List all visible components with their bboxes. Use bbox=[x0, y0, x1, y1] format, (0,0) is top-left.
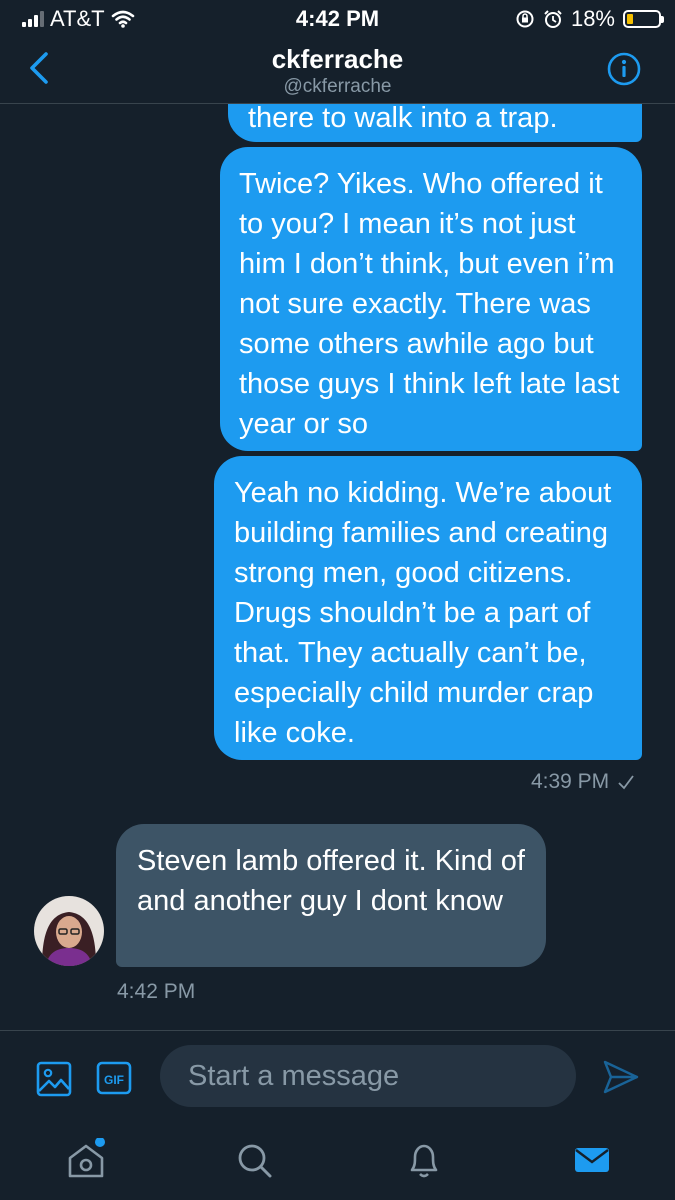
conversation-title: ckferrache bbox=[271, 44, 404, 74]
avatar[interactable] bbox=[34, 896, 104, 966]
message-composer: GIF bbox=[0, 1030, 675, 1122]
status-right: 18% bbox=[515, 6, 664, 32]
bottom-tab-bar bbox=[0, 1122, 675, 1200]
message-text: Twice? Yikes. Who offered it to you? I m… bbox=[239, 168, 620, 440]
message-text: Yeah no kidding. We’re about building fa… bbox=[234, 477, 612, 749]
battery-icon bbox=[623, 10, 664, 28]
message-text: there to walk into a trap. bbox=[248, 104, 558, 134]
image-icon[interactable] bbox=[36, 1061, 72, 1097]
received-timestamp: 4:42 PM bbox=[117, 980, 196, 1003]
message-thread[interactable]: there to walk into a trap. Twice? Yikes.… bbox=[0, 104, 675, 1030]
message-text: Steven lamb offered it. Kind of and anot… bbox=[137, 845, 525, 917]
home-icon[interactable] bbox=[64, 1138, 108, 1182]
alarm-icon bbox=[544, 10, 562, 28]
send-icon[interactable] bbox=[602, 1059, 640, 1095]
gif-icon[interactable]: GIF bbox=[96, 1061, 132, 1095]
sent-timestamp: 4:39 PM bbox=[531, 770, 635, 794]
conversation-header: ckferrache @ckferrache bbox=[0, 36, 675, 104]
orientation-lock-icon bbox=[516, 10, 534, 28]
info-icon[interactable] bbox=[607, 52, 641, 86]
sent-message-bubble[interactable]: Yeah no kidding. We’re about building fa… bbox=[214, 456, 642, 760]
notifications-icon[interactable] bbox=[402, 1138, 446, 1182]
status-bar: AT&T 4:42 PM 18% bbox=[0, 0, 675, 36]
timestamp-text: 4:39 PM bbox=[530, 770, 610, 793]
gif-label: GIF bbox=[104, 1073, 124, 1087]
avatar-photo bbox=[34, 896, 104, 966]
sent-message-bubble[interactable]: Twice? Yikes. Who offered it to you? I m… bbox=[220, 147, 642, 451]
search-icon[interactable] bbox=[232, 1138, 276, 1182]
sent-message-bubble[interactable]: there to walk into a trap. bbox=[228, 104, 642, 142]
message-input[interactable] bbox=[160, 1045, 576, 1107]
checkmark-icon bbox=[618, 775, 634, 790]
battery-percent: 18% bbox=[570, 6, 615, 31]
conversation-handle: @ckferrache bbox=[283, 76, 392, 97]
messages-icon[interactable] bbox=[570, 1138, 614, 1182]
received-message-bubble[interactable]: Steven lamb offered it. Kind of and anot… bbox=[116, 824, 546, 967]
